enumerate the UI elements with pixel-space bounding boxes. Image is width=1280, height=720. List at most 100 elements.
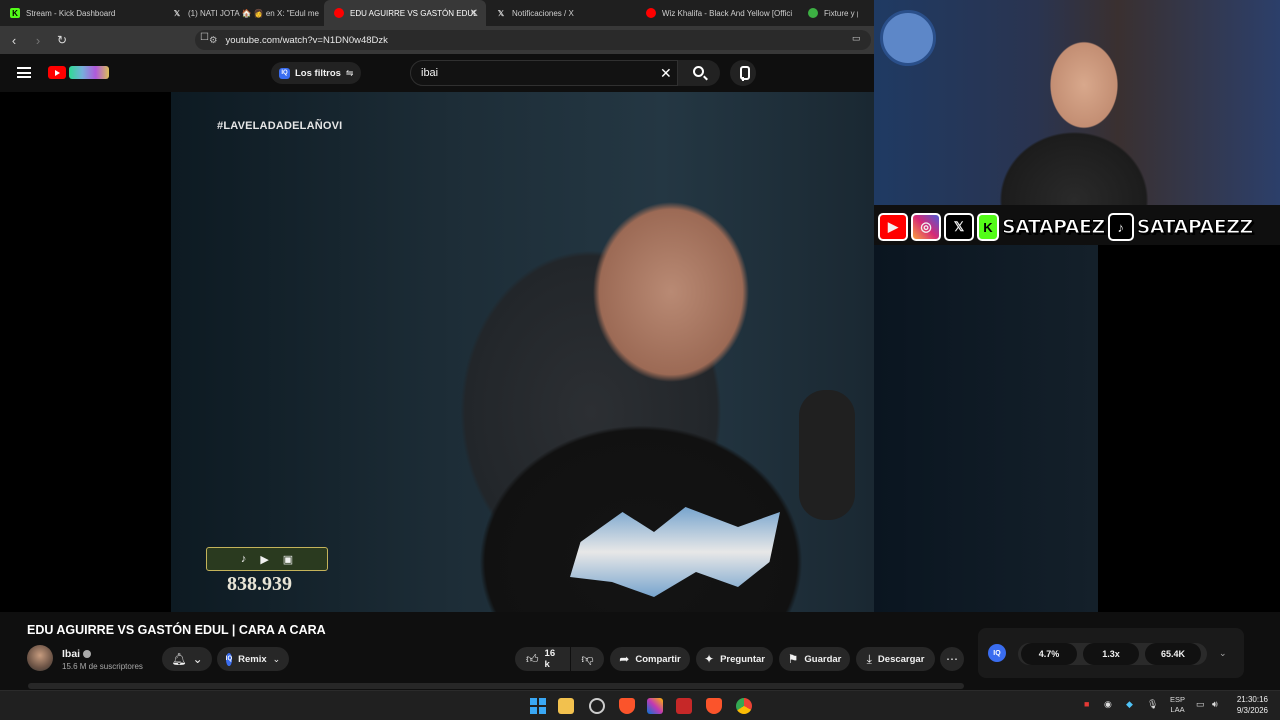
viewer-count: 838.939 xyxy=(227,573,292,595)
copilot-icon[interactable] xyxy=(647,698,663,714)
forward-icon[interactable]: › xyxy=(28,33,48,48)
chrome-icon[interactable] xyxy=(736,698,752,714)
social-badge: ♪ ▶ ▣ xyxy=(206,547,328,571)
language-indicator[interactable]: ESP LAA xyxy=(1170,695,1185,715)
share-icon: ➦ xyxy=(619,652,630,666)
site-info-icon[interactable]: ⚙ xyxy=(209,35,218,46)
volume-icon[interactable]: 🔊︎ xyxy=(1212,699,1218,710)
x-icon: 𝕏 xyxy=(944,213,974,241)
notifications-button[interactable]: 🔔︎ ⌄ xyxy=(162,647,212,671)
video-player[interactable]: #LAVELADADELAÑOVI ♪ ▶ ▣ 838.939 xyxy=(0,92,874,612)
dislike-button[interactable]: 👎︎ xyxy=(571,647,604,671)
clear-search-icon[interactable]: ✕ xyxy=(660,65,672,82)
voice-search-icon[interactable] xyxy=(730,60,756,86)
app-icon[interactable] xyxy=(676,698,692,714)
tiktok-handle: SATAPAEZZ xyxy=(1136,216,1254,239)
iq-icon: IQ xyxy=(279,67,290,79)
clock[interactable]: 21:30:16 9/3/2026 xyxy=(1232,694,1268,716)
x-icon: 𝕏 xyxy=(173,8,181,18)
kick-handle: SATAPAEZ xyxy=(1002,216,1106,239)
green-icon xyxy=(808,8,818,18)
search-button[interactable] xyxy=(678,60,720,86)
youtube-icon xyxy=(334,8,344,18)
brave-icon[interactable] xyxy=(706,698,722,714)
ask-button[interactable]: ✦ Preguntar xyxy=(696,647,773,671)
address-bar[interactable]: ⚙ youtube.com/watch?v=N1DN0w48Dzk xyxy=(195,30,871,50)
search-value: ibai xyxy=(421,67,439,79)
reload-icon[interactable]: ↻ xyxy=(52,33,72,47)
kick-icon: K xyxy=(977,213,999,241)
tray-steam-icon[interactable]: ◉ xyxy=(1104,699,1112,710)
filters-label: Los filtros xyxy=(295,67,341,79)
filters-button[interactable]: IQ Los filtros ⇋ xyxy=(271,62,362,84)
browser-tab-bar: K Stream - Kick Dashboard 𝕏 (1) NATI JOT… xyxy=(0,0,874,26)
description-box[interactable] xyxy=(28,683,964,689)
thumbs-down-icon: 👎︎ xyxy=(581,651,594,666)
youtube-header: IQ Los filtros ⇋ ibai ✕ xyxy=(0,54,874,92)
tab-title: Stream - Kick Dashboard xyxy=(26,8,116,18)
video-info: EDU AGUIRRE VS GASTÓN EDUL | CARA A CARA… xyxy=(0,612,1280,690)
iq-stat-multiplier: 1.3x xyxy=(1083,643,1139,665)
doodle-logo-icon[interactable] xyxy=(69,66,109,79)
chevron-down-icon: ⌄ xyxy=(272,653,281,664)
tray-defender-icon[interactable]: ◆ xyxy=(1126,699,1133,710)
more-icon: ⋯ xyxy=(946,652,958,666)
save-button[interactable]: ⚑ Guardar xyxy=(779,647,850,671)
file-explorer-icon[interactable] xyxy=(558,698,574,714)
network-icon[interactable]: ▭ xyxy=(1196,699,1205,710)
sliders-icon: ⇋ xyxy=(345,67,354,78)
stream-background xyxy=(874,245,1280,612)
subscriber-count: 15.6 M de suscriptores xyxy=(62,662,143,671)
obs-icon[interactable] xyxy=(589,698,605,714)
more-actions-button[interactable]: ⋯ xyxy=(940,647,964,671)
tray-mic-icon[interactable]: 🎙︎ xyxy=(1147,699,1158,710)
youtube-icon: ▶ xyxy=(878,213,908,241)
url-text: youtube.com/watch?v=N1DN0w48Dzk xyxy=(225,34,388,46)
menu-icon[interactable] xyxy=(17,67,31,78)
tab-kick-dashboard[interactable]: K Stream - Kick Dashboard xyxy=(0,0,162,26)
close-tab-icon[interactable]: ✕ xyxy=(470,8,478,19)
tray-app-icon[interactable]: ■ xyxy=(1084,699,1089,709)
video-hashtag: #LAVELADADELAÑOVI xyxy=(217,120,343,132)
bell-icon: 🔔︎ xyxy=(171,652,187,666)
tab-title: EDU AGUIRRE VS GASTÓN EDUL xyxy=(350,8,478,18)
bookmark-icon[interactable]: ☐ xyxy=(200,32,209,43)
iq-stat-percent: 4.7% xyxy=(1021,643,1077,665)
tab-youtube-video[interactable]: EDU AGUIRRE VS GASTÓN EDUL ✕ xyxy=(324,0,486,26)
tab-x-post[interactable]: 𝕏 (1) NATI JOTA 🏠 👩 en X: "Edul me xyxy=(162,0,324,26)
iq-icon: IQ xyxy=(225,652,233,666)
thumbs-up-icon: 👍︎ xyxy=(526,651,539,666)
kick-icon: K xyxy=(10,8,20,18)
iq-logo-icon[interactable]: IQ xyxy=(988,644,1006,662)
x-icon: 𝕏 xyxy=(497,8,505,18)
remix-button[interactable]: IQ Remix ⌄ xyxy=(217,647,289,671)
iq-stat-views: 65.4K xyxy=(1145,643,1201,665)
back-icon[interactable]: ‹ xyxy=(4,33,24,48)
download-icon: ⤓ xyxy=(866,651,872,666)
windows-start-icon[interactable] xyxy=(530,698,546,714)
tab-x-notifications[interactable]: 𝕏 Notificaciones / X xyxy=(486,0,636,26)
share-button[interactable]: ➦ Compartir xyxy=(610,647,690,671)
chevron-down-icon[interactable]: ⌄ xyxy=(1219,648,1227,659)
tab-wiz-khalifa[interactable]: Wiz Khalifa - Black And Yellow [Offici xyxy=(636,0,798,26)
twitch-icon: ▣ xyxy=(282,553,294,566)
channel-name[interactable]: Ibai xyxy=(62,648,92,660)
tab-title: (1) NATI JOTA 🏠 👩 en X: "Edul me xyxy=(188,8,319,18)
search-input[interactable]: ibai xyxy=(410,60,678,86)
bookmark-icon: ⚑ xyxy=(787,652,799,666)
channel-avatar[interactable] xyxy=(27,645,53,671)
video-title: EDU AGUIRRE VS GASTÓN EDUL | CARA A CARA xyxy=(27,623,326,637)
streamer-social-banner: ▶ ◎ 𝕏 K SATAPAEZ ♪ SATAPAEZZ xyxy=(878,212,1254,242)
youtube-logo-icon[interactable] xyxy=(48,66,66,79)
tiktok-icon: ♪ xyxy=(1107,213,1134,241)
cast-icon[interactable]: ▭ xyxy=(852,33,861,44)
tab-fixture[interactable]: Fixture y p xyxy=(798,0,858,26)
download-button[interactable]: ⤓ Descargar xyxy=(856,647,935,671)
microphone-image xyxy=(799,390,855,520)
verified-icon xyxy=(83,650,92,659)
like-button[interactable]: 👍︎ 16 k xyxy=(515,647,570,671)
tiktok-icon: ♪ xyxy=(240,553,247,565)
brave-icon[interactable] xyxy=(619,698,635,714)
tab-title: Fixture y p xyxy=(824,8,858,18)
youtube-icon xyxy=(646,8,656,18)
